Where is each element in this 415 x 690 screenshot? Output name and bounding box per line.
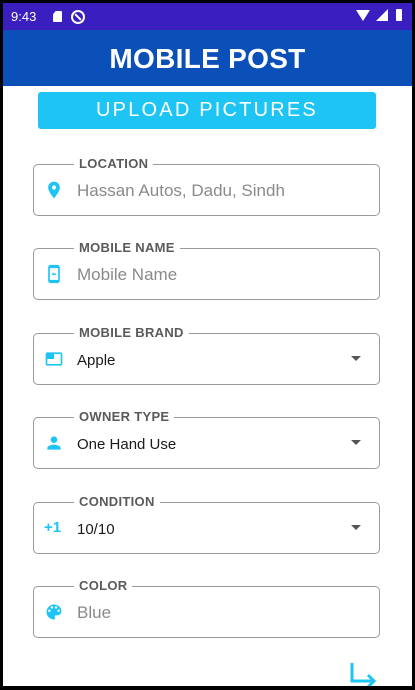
color-label: COLOR	[74, 578, 133, 594]
owner-type-dropdown[interactable]: OWNER TYPE One Hand Use	[33, 409, 380, 469]
app-title: MOBILE POST	[109, 43, 306, 74]
dropdown-arrow-icon[interactable]	[351, 356, 361, 361]
mobile-brand-dropdown[interactable]: MOBILE BRAND Apple	[33, 325, 380, 385]
condition-label: CONDITION	[74, 494, 160, 510]
phone-icon	[48, 264, 60, 284]
mobile-brand-value: Apple	[77, 352, 116, 369]
mobile-brand-label: MOBILE BRAND	[74, 325, 189, 341]
location-pin-icon	[48, 181, 60, 199]
location-field[interactable]: LOCATION Hassan Autos, Dadu, Sindh	[33, 156, 380, 216]
color-input[interactable]: Blue	[77, 603, 111, 623]
mobile-name-field[interactable]: MOBILE NAME Mobile Name	[33, 240, 380, 300]
battery-icon	[396, 9, 402, 21]
dropdown-arrow-icon[interactable]	[351, 525, 361, 530]
condition-value: 10/10	[77, 521, 115, 538]
signal-icon	[376, 9, 388, 21]
plus-one-icon: +1	[44, 519, 62, 536]
owner-type-label: OWNER TYPE	[74, 409, 175, 425]
location-input[interactable]: Hassan Autos, Dadu, Sindh	[77, 181, 285, 201]
wifi-icon	[356, 10, 370, 21]
person-icon	[47, 436, 61, 450]
status-bar: 9:43	[3, 3, 412, 30]
condition-dropdown[interactable]: CONDITION +1 10/10	[33, 494, 380, 554]
palette-icon	[46, 604, 62, 620]
corner-arrow-icon[interactable]	[349, 661, 377, 686]
sd-card-icon	[53, 11, 62, 22]
color-field[interactable]: COLOR Blue	[33, 578, 380, 638]
phone-screen: 9:43 MOBILE POST UPLOAD PICTURES LOCATIO…	[3, 3, 412, 686]
dropdown-arrow-icon[interactable]	[351, 440, 361, 445]
owner-type-value: One Hand Use	[77, 436, 177, 453]
brand-card-icon	[45, 352, 63, 366]
location-label: LOCATION	[74, 156, 154, 172]
mobile-name-label: MOBILE NAME	[74, 240, 180, 256]
mobile-name-input[interactable]: Mobile Name	[77, 265, 177, 285]
upload-pictures-button[interactable]: UPLOAD PICTURES	[38, 92, 376, 129]
status-time: 9:43	[11, 9, 37, 24]
app-bar: MOBILE POST	[3, 30, 412, 86]
do-not-disturb-icon	[71, 10, 85, 24]
